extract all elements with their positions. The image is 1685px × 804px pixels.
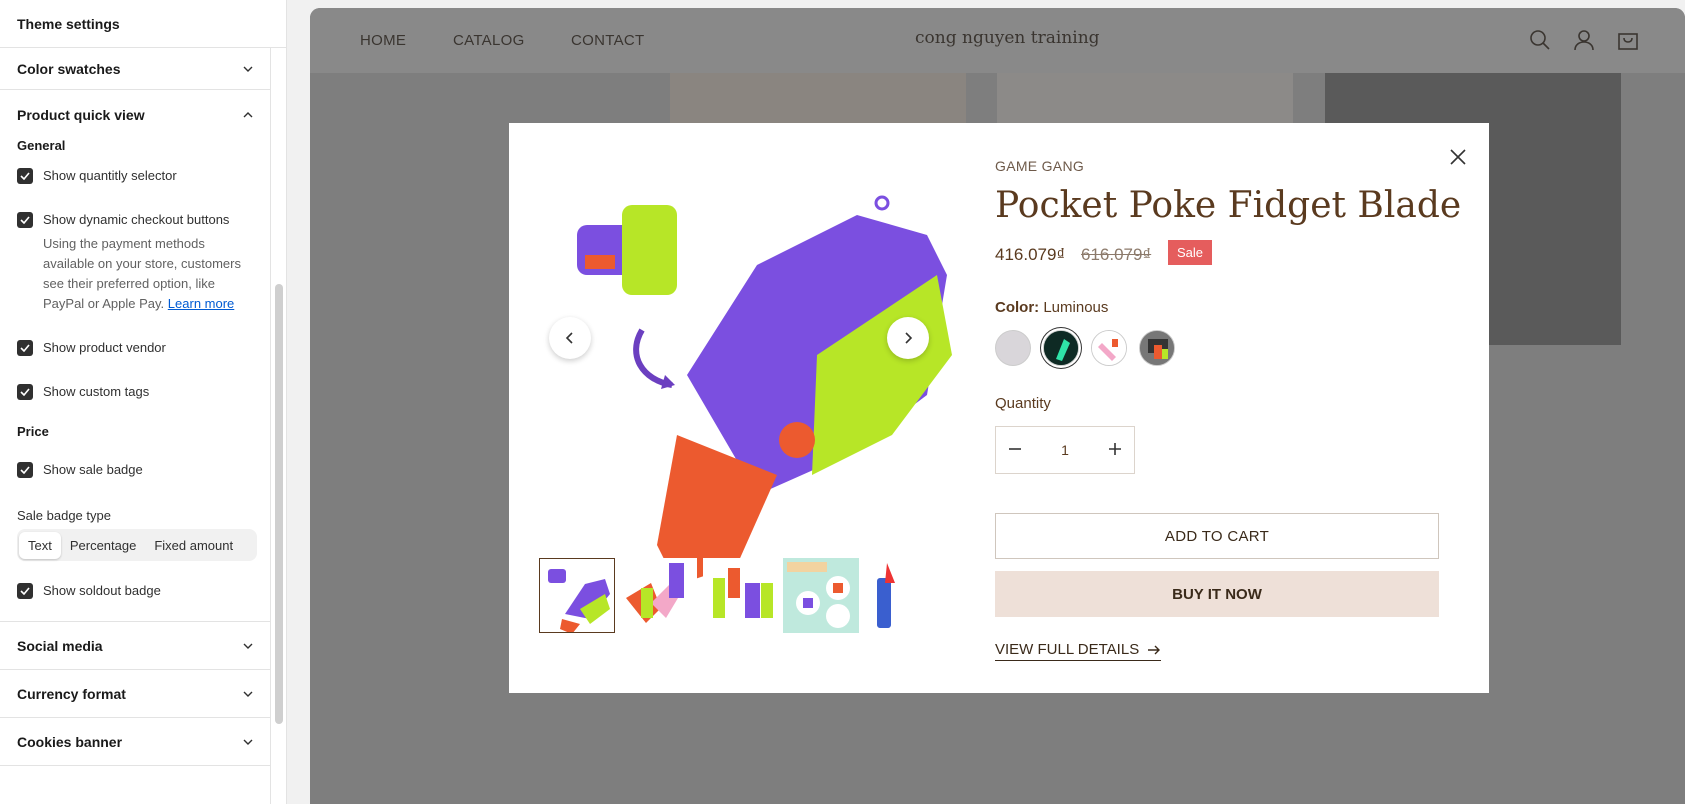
view-full-details-link[interactable]: VIEW FULL DETAILS — [995, 641, 1162, 661]
segment-fixed-amount[interactable]: Fixed amount — [145, 532, 242, 559]
color-swatch-luminous[interactable] — [1043, 330, 1079, 366]
section-social-label: Social media — [17, 637, 103, 654]
section-quick-view-label: Product quick view — [17, 107, 145, 123]
checkbox-checked-icon[interactable] — [17, 462, 33, 478]
checkbox-product-vendor[interactable]: Show product vendor — [0, 314, 270, 366]
quantity-label: Quantity — [995, 395, 1051, 412]
minus-icon[interactable] — [1008, 442, 1022, 459]
nav-catalog[interactable]: CATALOG — [453, 32, 525, 49]
color-option-label: Color: Luminous — [995, 299, 1108, 316]
add-to-cart-button[interactable]: ADD TO CART — [995, 513, 1439, 559]
thumbnail-3[interactable] — [703, 558, 779, 633]
account-icon[interactable] — [1572, 28, 1596, 57]
checkbox-dynamic-checkout[interactable]: Show dynamic checkout buttons — [0, 194, 270, 238]
checkbox-label: Show custom tags — [43, 384, 150, 399]
checkbox-checked-icon[interactable] — [17, 212, 33, 228]
sale-badge-type-segmented[interactable]: Text Percentage Fixed amount — [17, 529, 257, 561]
product-main-image — [567, 185, 952, 585]
checkbox-custom-tags[interactable]: Show custom tags — [0, 366, 270, 410]
checkbox-label: Show quantitly selector — [43, 168, 177, 183]
color-swatch-multi[interactable] — [1139, 330, 1175, 366]
color-label-value: Luminous — [1043, 299, 1109, 316]
checkbox-label: Show soldout badge — [43, 583, 161, 598]
next-image-button[interactable] — [887, 317, 929, 359]
section-cookies-banner[interactable]: Cookies banner — [0, 718, 270, 766]
search-icon[interactable] — [1528, 28, 1552, 57]
view-full-details-label: VIEW FULL DETAILS — [995, 641, 1140, 658]
chevron-up-icon — [243, 110, 253, 120]
thumbnail-5[interactable] — [865, 558, 915, 633]
product-vendor: GAME GANG — [995, 158, 1085, 174]
plus-icon[interactable] — [1108, 442, 1122, 459]
close-icon[interactable] — [1446, 145, 1470, 169]
segment-text[interactable]: Text — [19, 531, 61, 559]
quantity-stepper: 1 — [995, 426, 1135, 474]
theme-settings-panel: Theme settings Color swatches Product qu… — [0, 0, 287, 804]
chevron-down-icon — [243, 737, 253, 747]
checkbox-checked-icon[interactable] — [17, 168, 33, 184]
buy-it-now-button[interactable]: BUY IT NOW — [995, 571, 1439, 617]
price-heading: Price — [17, 423, 49, 439]
section-currency-label: Currency format — [17, 685, 126, 702]
quick-view-modal: GAME GANG Pocket Poke Fidget Blade 416.0… — [509, 123, 1489, 693]
checkbox-checked-icon[interactable] — [17, 583, 33, 599]
panel-scrollbar[interactable] — [275, 284, 283, 724]
segment-percentage[interactable]: Percentage — [61, 532, 146, 559]
section-cookies-label: Cookies banner — [17, 733, 123, 750]
checkbox-label: Show dynamic checkout buttons — [43, 212, 230, 227]
checkbox-checked-icon[interactable] — [17, 384, 33, 400]
color-swatch-pink[interactable] — [1091, 330, 1127, 366]
checkbox-checked-icon[interactable] — [17, 340, 33, 356]
thumbnail-2[interactable] — [621, 558, 697, 633]
section-currency-format[interactable]: Currency format — [0, 670, 270, 718]
section-social-media[interactable]: Social media — [0, 622, 270, 670]
sale-badge-type-label: Sale badge type — [17, 508, 111, 523]
arrow-right-icon — [1148, 645, 1161, 654]
color-swatch-1[interactable] — [995, 330, 1031, 366]
checkbox-soldout-badge[interactable]: Show soldout badge — [0, 561, 270, 622]
compare-at-price: 616.079₫ — [1081, 245, 1152, 264]
cart-icon[interactable] — [1616, 28, 1640, 57]
general-heading: General — [17, 137, 66, 153]
thumbnail-1[interactable] — [539, 558, 615, 633]
product-price: 416.079₫ — [995, 245, 1066, 264]
chevron-down-icon — [243, 64, 253, 74]
settings-scroll-area[interactable]: Color swatches Product quick view Genera… — [0, 48, 271, 804]
chevron-right-icon — [905, 332, 913, 344]
chevron-left-icon — [565, 332, 573, 344]
sale-badge: Sale — [1168, 240, 1213, 265]
checkbox-label: Show sale badge — [43, 462, 143, 477]
learn-more-link[interactable]: Learn more — [168, 296, 234, 311]
prev-image-button[interactable] — [549, 317, 591, 359]
chevron-down-icon — [243, 641, 253, 651]
section-color-swatches-label: Color swatches — [17, 60, 121, 77]
checkbox-label: Show product vendor — [43, 340, 166, 355]
section-color-swatches[interactable]: Color swatches — [0, 48, 270, 90]
checkbox-show-quantity[interactable]: Show quantitly selector — [0, 158, 270, 194]
checkbox-sale-badge[interactable]: Show sale badge — [0, 444, 270, 488]
chevron-down-icon — [243, 689, 253, 699]
nav-contact[interactable]: CONTACT — [571, 32, 644, 49]
store-header: HOME CATALOG CONTACT cong nguyen trainin… — [310, 8, 1685, 73]
nav-home[interactable]: HOME — [360, 32, 406, 49]
quantity-value[interactable]: 1 — [1061, 442, 1069, 458]
thumbnail-4[interactable] — [783, 558, 859, 633]
store-name[interactable]: cong nguyen training — [915, 28, 1100, 48]
color-label-key: Color: — [995, 299, 1040, 316]
product-title: Pocket Poke Fidget Blade — [995, 185, 1462, 226]
dynamic-checkout-help: Using the payment methods available on y… — [0, 234, 270, 314]
panel-title: Theme settings — [0, 0, 286, 48]
